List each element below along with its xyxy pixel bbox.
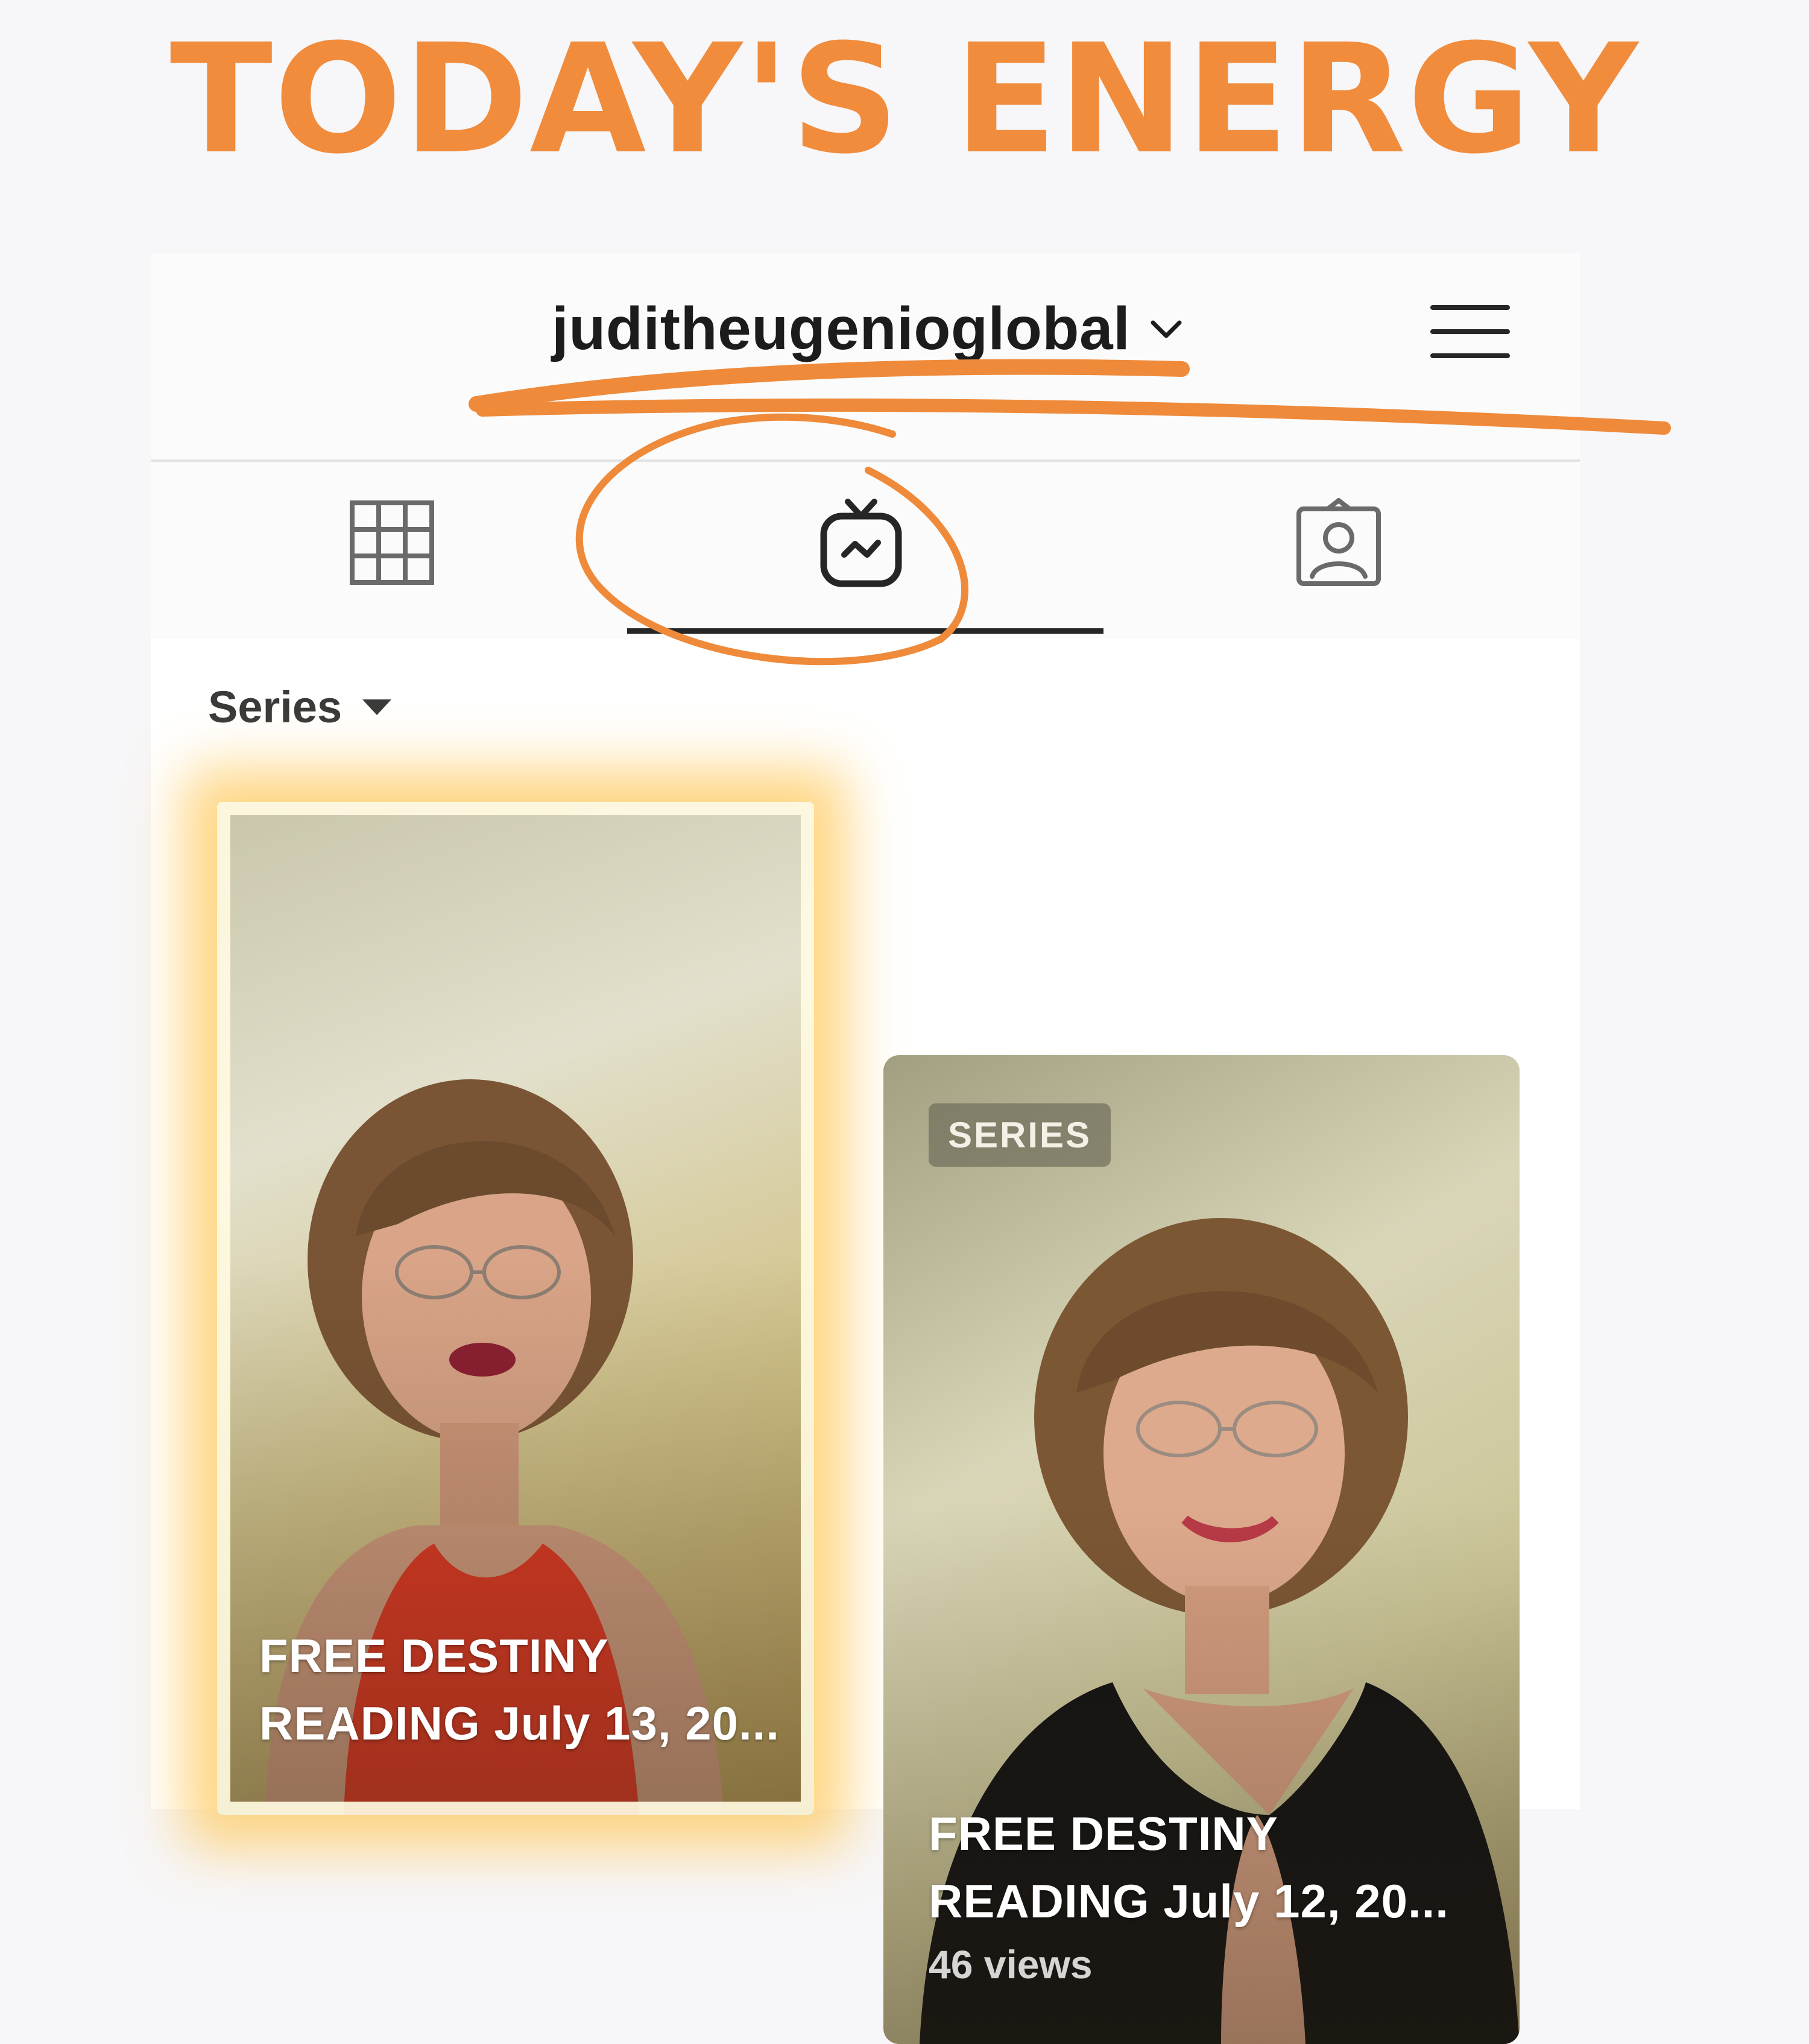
page-title: TODAY'S ENERGY <box>169 11 1640 187</box>
caption-line-1: FREE DESTINY <box>259 1629 609 1682</box>
tagged-person-icon[interactable] <box>1290 494 1387 591</box>
hamburger-menu-icon[interactable] <box>1428 289 1512 374</box>
video-thumbnail[interactable]: SERIES FREE DESTINY READING July 12, 20.… <box>883 1055 1520 2044</box>
video-caption: FREE DESTINY READING July 13, 20... <box>259 1622 780 1757</box>
chevron-down-icon <box>1151 320 1182 338</box>
series-dropdown-label: Series <box>208 682 343 732</box>
username: juditheugenioglobal <box>552 294 1131 362</box>
caption-line-2: READING July 13, 20... <box>259 1697 780 1750</box>
series-dropdown[interactable]: Series <box>208 681 392 733</box>
header-divider <box>151 459 1580 462</box>
igtv-icon[interactable] <box>813 494 909 591</box>
grid-icon[interactable] <box>344 494 440 591</box>
caption-line-2: READING July 12, 20... <box>929 1875 1449 1928</box>
caption-line-1: FREE DESTINY <box>929 1807 1278 1860</box>
series-badge: SERIES <box>929 1103 1111 1167</box>
active-tab-indicator <box>627 628 1103 634</box>
video-caption: FREE DESTINY READING July 12, 20... <box>929 1800 1449 1935</box>
igtv-content: Series FREE DESTINY READING July 13, 20.… <box>151 639 1580 2044</box>
username-switcher[interactable]: juditheugenioglobal <box>552 289 1184 368</box>
view-count: 46 views <box>929 1942 1093 1987</box>
instagram-profile-screenshot: juditheugenioglobal Series FREE DESTINY … <box>151 253 1580 2044</box>
video-thumbnail[interactable]: FREE DESTINY READING July 13, 20... <box>217 802 814 1815</box>
caret-down-icon <box>362 699 392 715</box>
